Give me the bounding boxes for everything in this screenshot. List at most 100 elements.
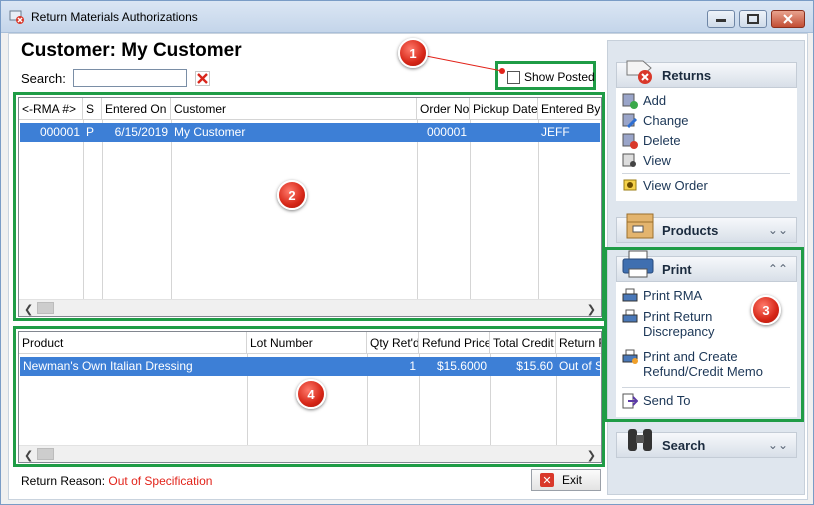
cell-pickup-date (470, 123, 538, 142)
delete-icon (622, 133, 638, 149)
marker-connector (415, 53, 505, 74)
search-section-title: Search (662, 438, 706, 453)
order-icon (623, 179, 637, 191)
products-section-title: Products (662, 223, 719, 238)
col-entered-by[interactable]: Entered By (538, 98, 601, 120)
add-icon (622, 93, 638, 109)
scroll-left-icon[interactable]: ❮ (24, 303, 33, 316)
cell-return-reason: Out of Sp (559, 359, 601, 373)
print-return-discrepancy[interactable]: Print Return Discrepancy (622, 309, 732, 339)
collapse-chevron-icon[interactable]: ⌃⌃ (768, 262, 788, 276)
exit-button[interactable]: ✕ Exit (531, 469, 601, 491)
clear-icon (197, 73, 208, 84)
printer-icon (622, 288, 638, 302)
col-return-reason[interactable]: Return R (556, 332, 601, 354)
print-divider (622, 387, 790, 388)
printer-icon (622, 250, 654, 278)
cell-lot-number (247, 357, 367, 376)
table-row[interactable]: Newman's Own Italian Dressing 1 $15.6000… (20, 357, 601, 376)
products-section-header[interactable]: Products ⌄⌄ (616, 213, 797, 243)
return-reason-label: Return Reason: (21, 474, 106, 488)
printer-icon (622, 309, 638, 323)
table-row[interactable]: 000001 P 6/15/2019 My Customer 000001 JE… (20, 123, 600, 142)
return-reason-value: Out of Specification (108, 474, 213, 488)
binoculars-icon (628, 429, 652, 451)
lines-grid-hscrollbar[interactable]: ❮ ❯ (19, 445, 601, 462)
print-rma[interactable]: Print RMA (622, 288, 702, 304)
maximize-button[interactable] (739, 10, 767, 28)
show-posted-label: Show Posted (524, 70, 595, 84)
close-icon (783, 14, 793, 24)
cell-rma-number: 000001 (39, 125, 80, 139)
view-icon (622, 153, 636, 167)
cell-product: Newman's Own Italian Dressing (23, 359, 193, 373)
minimize-icon (716, 19, 726, 22)
scroll-right-icon[interactable]: ❯ (587, 303, 596, 316)
cell-refund-price: $15.6000 (436, 359, 487, 373)
cell-status: P (86, 125, 95, 139)
marker-3: 3 (751, 295, 781, 325)
expand-chevron-icon[interactable]: ⌄⌄ (768, 223, 788, 237)
clear-search-button[interactable] (195, 71, 210, 86)
returns-delete[interactable]: Delete (622, 133, 681, 149)
returns-section-title: Returns (662, 68, 712, 83)
print-section-title: Print (662, 262, 692, 277)
col-product[interactable]: Product (19, 332, 247, 354)
close-button[interactable] (771, 10, 805, 28)
print-create-credit-memo[interactable]: Print and Create Refund/Credit Memo (622, 349, 782, 379)
cell-qty-returned: 1 (409, 359, 416, 373)
returns-add[interactable]: Add (622, 93, 666, 109)
marker-4: 4 (296, 379, 326, 409)
cell-entered-on: 6/15/2019 (114, 125, 168, 139)
return-reason: Return Reason: Out of Specification (21, 474, 212, 488)
action-sidebar: Returns Add Change Delete View View Orde… (604, 40, 805, 495)
client-area: Customer: My Customer Search: Show Poste… (8, 33, 808, 500)
col-pickup-date[interactable]: Pickup Date (470, 98, 538, 120)
col-status[interactable]: S (83, 98, 102, 120)
col-rma-number[interactable]: <-RMA #> (19, 98, 83, 120)
scroll-thumb[interactable] (37, 302, 54, 314)
returns-view[interactable]: View (622, 153, 671, 169)
returns-change[interactable]: Change (622, 113, 689, 129)
scroll-right-icon[interactable]: ❯ (587, 449, 596, 462)
returns-section-header[interactable]: Returns (616, 60, 797, 88)
col-lot-number[interactable]: Lot Number (247, 332, 367, 354)
products-box-icon (626, 213, 654, 239)
scroll-thumb[interactable] (37, 448, 54, 460)
show-posted-toggle[interactable]: Show Posted (507, 70, 595, 84)
scroll-left-icon[interactable]: ❮ (24, 449, 33, 462)
send-to-icon (622, 393, 638, 409)
maximize-icon (747, 14, 759, 24)
col-customer[interactable]: Customer (171, 98, 417, 120)
returns-tag-icon (626, 60, 652, 84)
customer-title: Customer: My Customer (21, 40, 242, 61)
minimize-button[interactable] (707, 10, 735, 28)
edit-icon (622, 113, 638, 129)
rma-grid-header: <-RMA #> S Entered On Customer Order No.… (19, 98, 601, 120)
col-total-credit[interactable]: Total Credit (490, 332, 556, 354)
marker-2: 2 (277, 180, 307, 210)
print-send-to[interactable]: Send To (622, 393, 690, 409)
search-input[interactable] (73, 69, 187, 87)
rma-grid[interactable]: <-RMA #> S Entered On Customer Order No.… (18, 97, 602, 317)
cell-total-credit: $15.60 (516, 359, 553, 373)
lines-grid-header: Product Lot Number Qty Ret'd Refund Pric… (19, 332, 601, 354)
col-order-no[interactable]: Order No. (417, 98, 470, 120)
exit-icon: ✕ (540, 473, 554, 487)
returns-divider (622, 173, 790, 174)
returns-section-body: Add Change Delete View View Order (616, 88, 797, 201)
app-icon (9, 10, 24, 24)
rma-grid-hscrollbar[interactable]: ❮ ❯ (19, 299, 601, 316)
col-entered-on[interactable]: Entered On (102, 98, 171, 120)
printer-memo-icon (622, 349, 638, 364)
search-label: Search: (21, 71, 66, 86)
marker-1: 1 (398, 38, 428, 68)
col-refund-price[interactable]: Refund Price (419, 332, 490, 354)
col-qty-returned[interactable]: Qty Ret'd (367, 332, 419, 354)
title-bar[interactable]: Return Materials Authorizations (1, 1, 813, 33)
print-section-header[interactable]: Print ⌃⌃ (616, 250, 797, 282)
search-section-header[interactable]: Search ⌄⌄ (616, 429, 797, 458)
returns-view-order[interactable]: View Order (622, 178, 708, 194)
window-title: Return Materials Authorizations (31, 10, 198, 24)
expand-chevron-icon[interactable]: ⌄⌄ (768, 438, 788, 452)
